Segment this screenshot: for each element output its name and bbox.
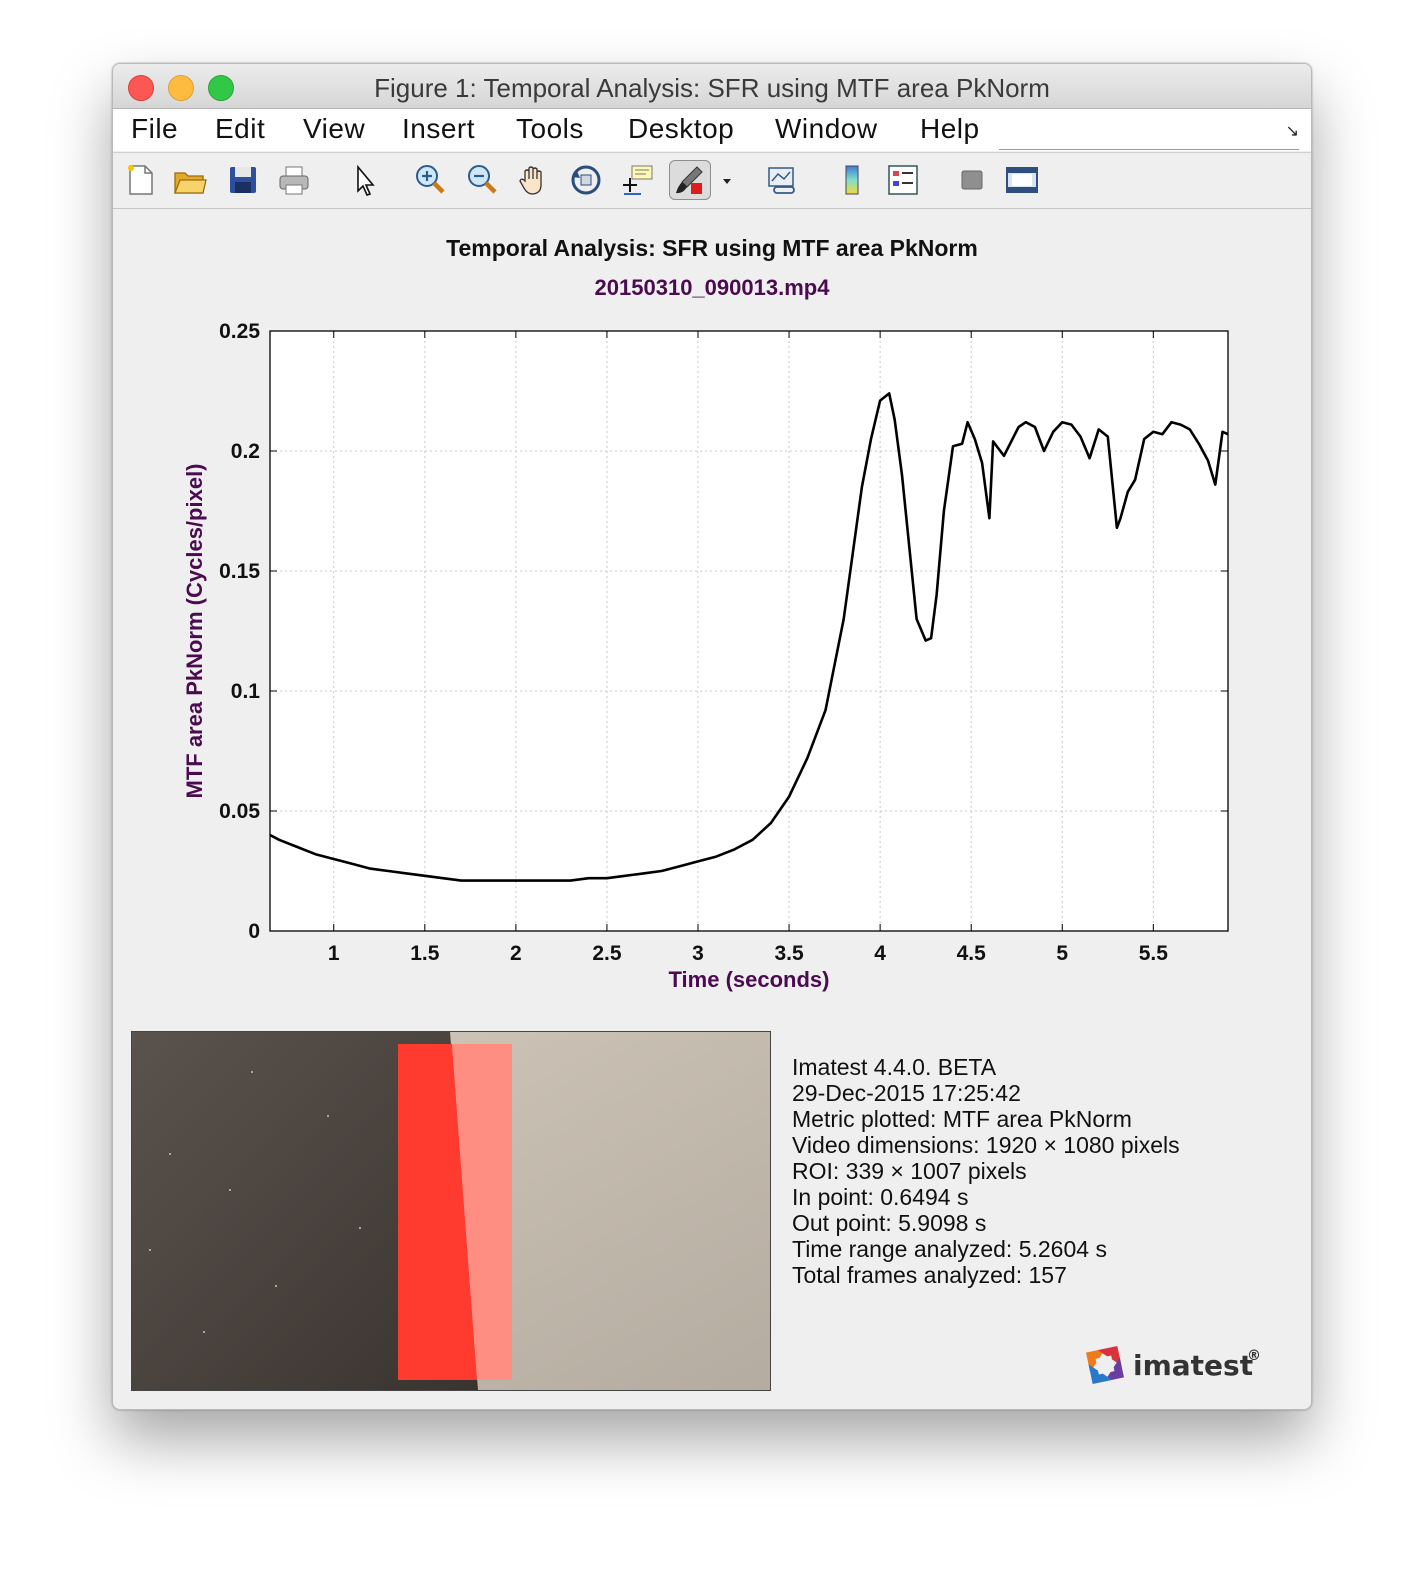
analysis-info: Imatest 4.4.0. BETA 29-Dec-2015 17:25:42… [792,1054,1180,1288]
menu-file[interactable]: File [131,113,178,145]
zoom-in-icon[interactable] [411,161,449,199]
menu-tools[interactable]: Tools [516,113,584,145]
menu-insert[interactable]: Insert [402,113,475,145]
x-tick-label: 1 [328,942,340,965]
dropdown-arrow-icon[interactable] [717,161,737,199]
save-icon[interactable] [224,161,262,199]
open-folder-icon[interactable] [171,161,209,199]
x-axis-label: Time (seconds) [669,967,830,992]
x-tick-label: 2 [510,942,522,965]
info-video-dimensions: Video dimensions: 1920 × 1080 pixels [792,1132,1180,1158]
print-icon[interactable] [275,161,313,199]
y-tick-label: 0.15 [219,560,260,583]
rotate-3d-icon[interactable] [567,161,605,199]
window-title: Figure 1: Temporal Analysis: SFR using M… [374,73,1050,103]
zoom-out-icon[interactable] [463,161,501,199]
info-in-point: In point: 0.6494 s [792,1184,969,1210]
x-tick-label: 3.5 [774,942,804,965]
info-version: Imatest 4.4.0. BETA [792,1054,997,1080]
info-roi: ROI: 339 × 1007 pixels [792,1158,1027,1184]
x-tick-label: 5 [1056,942,1068,965]
info-total-frames: Total frames analyzed: 157 [792,1262,1067,1288]
y-tick-label: 0.25 [219,320,260,343]
logo-text: imatest [1133,1349,1253,1382]
menu-desktop[interactable]: Desktop [628,113,734,145]
x-tick-label: 1.5 [410,942,440,965]
chart-title: Temporal Analysis: SFR using MTF area Pk… [446,235,978,261]
x-tick-label: 5.5 [1139,942,1169,965]
pan-hand-icon[interactable] [515,161,553,199]
x-tick-label: 4 [874,942,886,965]
y-tick-label: 0.05 [219,800,260,823]
brush-icon[interactable] [669,160,711,200]
info-time-range: Time range analyzed: 5.2604 s [792,1236,1107,1262]
mtf-temporal-chart: 1 1.5 2 2.5 3 3.5 4 4.5 5 5.5 0 0.05 0.1 0.15 0.2 0.25 T… [182,320,1229,992]
dock-arrow-icon[interactable]: ↘ [1286,121,1299,141]
chart-subtitle: 20150310_090013.mp4 [594,275,830,300]
title-bar[interactable]: Figure 1: Temporal Analysis: SFR using M… [113,64,1311,109]
x-tick-label: 3 [692,942,704,965]
x-tick-label: 2.5 [592,942,622,965]
menu-divider [999,149,1299,150]
pointer-icon[interactable] [345,161,383,199]
figure-window: Figure 1: Temporal Analysis: SFR using M… [112,63,1312,1410]
info-out-point: Out point: 5.9098 s [792,1210,987,1236]
info-metric: Metric plotted: MTF area PkNorm [792,1106,1132,1132]
menu-view[interactable]: View [303,113,365,145]
menu-edit[interactable]: Edit [215,113,265,145]
new-file-icon[interactable] [121,161,159,199]
show-plot-tools-icon[interactable] [1003,161,1041,199]
legend-icon[interactable] [884,161,922,199]
menu-window[interactable]: Window [775,113,878,145]
menu-help[interactable]: Help [920,113,980,145]
menu-bar: File Edit View Insert Tools Desktop Wind… [113,109,1311,151]
y-tick-label: 0.2 [231,440,260,463]
hide-plot-tools-icon[interactable] [953,161,991,199]
imatest-logo: imatest ® [1083,1342,1263,1388]
y-tick-label: 0.1 [231,680,261,703]
x-tick-label: 4.5 [957,942,987,965]
info-date: 29-Dec-2015 17:25:42 [792,1080,1021,1106]
logo-registered-mark: ® [1247,1348,1261,1364]
data-cursor-icon[interactable] [619,161,657,199]
figure-toolbar [113,152,1311,209]
y-tick-label: 0 [248,920,260,943]
link-plot-icon[interactable] [763,161,801,199]
colorbar-icon[interactable] [833,161,871,199]
roi-preview-image [131,1031,771,1391]
y-axis-label: MTF area PkNorm (Cycles/pixel) [182,463,207,798]
